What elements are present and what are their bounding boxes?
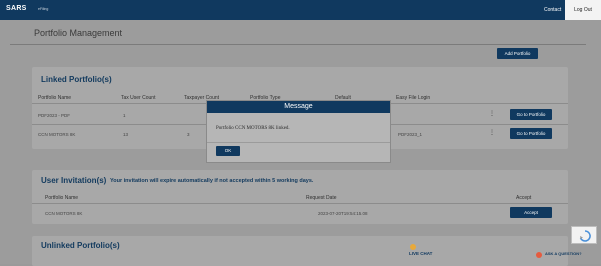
linked-portfolios-title: Linked Portfolio(s) <box>41 75 112 84</box>
row2-taxpayer-count: 3 <box>187 132 190 137</box>
row2-more-icon[interactable]: ⋮ <box>489 129 495 136</box>
col-portfolio-name: Portfolio Name <box>38 95 72 101</box>
add-portfolio-button[interactable]: Add Portfolio <box>497 48 538 59</box>
row2-go-to-portfolio-button[interactable]: Go to Portfolio <box>510 128 552 139</box>
recaptcha-badge[interactable] <box>571 226 597 244</box>
user-invitations-title: User Invitation(s) <box>41 176 107 185</box>
logout-button[interactable]: Log Out <box>565 0 601 20</box>
live-chat-button[interactable]: LIVE CHAT <box>409 251 432 256</box>
col-easy-file-login: Easy File Login <box>396 95 431 101</box>
title-divider <box>10 44 586 45</box>
recaptcha-icon <box>579 230 591 242</box>
contact-link[interactable]: Contact <box>544 7 561 13</box>
dialog-divider <box>207 142 390 143</box>
top-bar: SARS eFiling Contact Log Out <box>0 0 601 20</box>
invite-row-name: CCN MOTORS 8K <box>45 211 83 216</box>
row2-name: CCN MOTORS 8K <box>38 132 76 137</box>
ok-button[interactable]: OK <box>216 146 240 156</box>
dialog-title: Message <box>207 101 390 113</box>
efiling-logo: eFiling <box>38 7 49 11</box>
invite-row-date: 2023-07-20T19:54:15.08 <box>318 211 368 216</box>
row1-tax-user-count: 1 <box>123 113 126 118</box>
live-chat-icon[interactable] <box>410 244 416 250</box>
col-tax-user-count: Tax User Count <box>121 95 156 101</box>
sars-logo[interactable]: SARS <box>6 5 27 12</box>
row2-tax-user-count: 13 <box>123 132 129 137</box>
ask-question-button[interactable]: ASK A QUESTION? <box>545 251 582 256</box>
row2-easy-file-login: PDF2023_1 <box>398 132 423 137</box>
row1-go-to-portfolio-button[interactable]: Go to Portfolio <box>510 109 552 120</box>
row1-name: PDF2023 - PDF <box>38 113 71 118</box>
invite-header-divider <box>32 203 568 204</box>
col-accept: Accept <box>516 195 532 201</box>
dialog-message: Portfolio CCN MOTORS 8K linked. <box>216 126 290 131</box>
message-dialog: Message Portfolio CCN MOTORS 8K linked. … <box>206 100 391 163</box>
invitation-expiry-notice: Your invitation will expire automaticall… <box>110 178 314 184</box>
page-title: Portfolio Management <box>34 28 123 38</box>
ask-question-icon[interactable] <box>536 252 542 258</box>
col-invite-portfolio-name: Portfolio Name <box>45 195 79 201</box>
row1-more-icon[interactable]: ⋮ <box>489 110 495 117</box>
unlinked-portfolios-title: Unlinked Portfolio(s) <box>41 241 120 250</box>
accept-button[interactable]: Accept <box>510 207 552 218</box>
col-request-date: Request Date <box>306 195 337 201</box>
